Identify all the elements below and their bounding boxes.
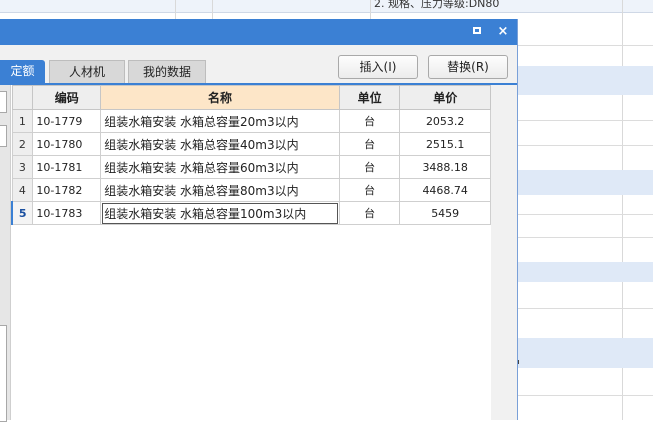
cell-code[interactable]: 10-1782: [32, 178, 102, 202]
quota-dialog: × 定额 人材机 我的数据 插入(I) 替换(R) 编码 名称 单位 单价 1 …: [0, 19, 518, 422]
maximize-button[interactable]: [468, 23, 486, 41]
background-row-band: [517, 170, 653, 195]
background-row-line: [517, 145, 653, 146]
row-number[interactable]: 4: [11, 178, 34, 202]
cell-name[interactable]: 组装水箱安装 水箱总容量40m3以内: [100, 132, 340, 156]
insert-button[interactable]: 插入(I): [338, 55, 418, 79]
cell-price[interactable]: 2515.1: [399, 132, 491, 156]
header-price[interactable]: 单价: [399, 85, 491, 110]
background-row-band: [517, 66, 653, 95]
table-row[interactable]: 2 10-1780 组装水箱安装 水箱总容量40m3以内 台 2515.1: [11, 132, 491, 156]
background-row-band: [517, 338, 653, 368]
cell-price[interactable]: 5459: [399, 201, 491, 225]
cell-price[interactable]: 4468.74: [399, 178, 491, 202]
left-panel-field[interactable]: [0, 91, 7, 113]
tab-my-data[interactable]: 我的数据: [128, 60, 206, 83]
close-icon: ×: [497, 24, 509, 39]
header-unit[interactable]: 单位: [338, 85, 401, 110]
cell-price[interactable]: 3488.18: [399, 155, 491, 179]
row-number[interactable]: 5: [11, 201, 34, 225]
row-number[interactable]: 3: [11, 155, 34, 179]
background-row-line: [517, 45, 653, 46]
table-row[interactable]: 4 10-1782 组装水箱安装 水箱总容量80m3以内 台 4468.74: [11, 178, 491, 202]
quota-table: 编码 名称 单位 单价 1 10-1779 组装水箱安装 水箱总容量20m3以内…: [11, 85, 491, 420]
background-row-band: [517, 262, 653, 282]
close-button[interactable]: ×: [494, 23, 512, 41]
maximize-icon: [473, 27, 481, 34]
cell-unit[interactable]: 台: [338, 201, 401, 225]
tab-labor-material-machine[interactable]: 人材机: [49, 60, 125, 83]
table-row-selected[interactable]: 5 10-1783 组装水箱安装 水箱总容量100m3以内 台 5459: [11, 201, 491, 225]
background-top-cell-text: 2. 规格、压力等级:DN80: [374, 0, 500, 10]
left-panel-edge: [0, 85, 11, 422]
header-rownum: [11, 85, 34, 110]
background-row-line: [517, 395, 653, 396]
cell-name[interactable]: 组装水箱安装 水箱总容量60m3以内: [100, 155, 340, 179]
background-row-line: [517, 237, 653, 238]
table-row[interactable]: 3 10-1781 组装水箱安装 水箱总容量60m3以内 台 3488.18: [11, 155, 491, 179]
left-panel-field[interactable]: [0, 125, 7, 147]
table-header-row: 编码 名称 单位 单价: [11, 85, 491, 110]
background-row-line: [517, 120, 653, 121]
cell-unit[interactable]: 台: [338, 178, 401, 202]
cell-unit[interactable]: 台: [338, 132, 401, 156]
tab-quota[interactable]: 定额: [0, 60, 45, 83]
cell-code[interactable]: 10-1781: [32, 155, 102, 179]
replace-button[interactable]: 替换(R): [428, 55, 508, 79]
cell-name-selected[interactable]: 组装水箱安装 水箱总容量100m3以内: [100, 201, 340, 225]
row-number[interactable]: 2: [11, 132, 34, 156]
cell-name[interactable]: 组装水箱安装 水箱总容量20m3以内: [100, 109, 340, 133]
left-panel-scrollbar[interactable]: [0, 325, 7, 422]
cell-name[interactable]: 组装水箱安装 水箱总容量80m3以内: [100, 178, 340, 202]
cell-unit[interactable]: 台: [338, 109, 401, 133]
dialog-titlebar[interactable]: ×: [0, 19, 517, 45]
table-row[interactable]: 1 10-1779 组装水箱安装 水箱总容量20m3以内 台 2053.2: [11, 109, 491, 133]
row-number[interactable]: 1: [11, 109, 34, 133]
background-top-row: [0, 0, 653, 13]
cell-code[interactable]: 10-1779: [32, 109, 102, 133]
cell-code[interactable]: 10-1780: [32, 132, 102, 156]
cell-price[interactable]: 2053.2: [399, 109, 491, 133]
background-row-line: [517, 214, 653, 215]
background-row-line: [517, 308, 653, 309]
header-name[interactable]: 名称: [100, 85, 340, 110]
cell-unit[interactable]: 台: [338, 155, 401, 179]
cell-code[interactable]: 10-1783: [32, 201, 102, 225]
header-code[interactable]: 编码: [32, 85, 102, 110]
